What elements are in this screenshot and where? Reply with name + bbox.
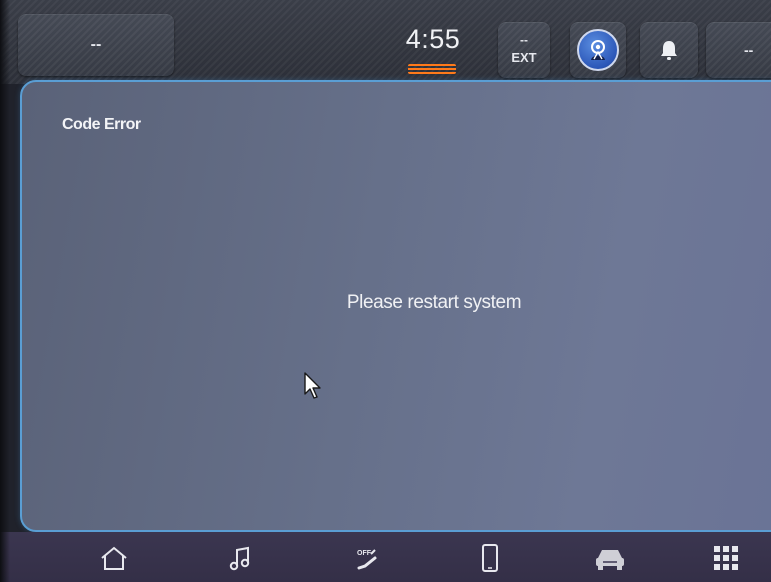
nav-media-button[interactable]	[218, 536, 262, 580]
nav-vehicle-button[interactable]	[588, 536, 632, 580]
driver-profile-button[interactable]	[570, 22, 626, 78]
left-status-tile[interactable]: --	[18, 14, 174, 76]
right-status-tile[interactable]: --	[706, 22, 771, 78]
nav-apps-button[interactable]	[704, 536, 748, 580]
exterior-temperature-value: --	[520, 33, 528, 47]
error-dialog: Code Error Please restart system	[20, 80, 771, 532]
bottom-nav-bar: OFF	[0, 532, 771, 582]
exterior-temperature-tile[interactable]: -- EXT	[498, 22, 550, 78]
status-bar: -- 4:55 -- EXT --	[0, 0, 771, 84]
driver-profile-icon	[577, 29, 619, 71]
dialog-title: Code Error	[62, 116, 141, 133]
clock: 4:55	[405, 24, 461, 54]
car-icon	[596, 550, 624, 570]
svg-text:OFF: OFF	[357, 550, 372, 557]
infotainment-screen: -- 4:55 -- EXT -- Code Error Please rest…	[0, 0, 771, 582]
nav-climate-button[interactable]: OFF	[346, 536, 390, 580]
nav-phone-button[interactable]	[468, 536, 512, 580]
clock-indicator	[408, 64, 456, 74]
left-status-value: --	[90, 36, 102, 53]
smartphone-icon	[482, 544, 498, 572]
dialog-message: Please restart system	[346, 292, 522, 313]
bell-icon	[661, 41, 677, 60]
exterior-temperature-label: EXT	[511, 50, 537, 65]
mouse-pointer-icon	[304, 372, 321, 399]
notifications-button[interactable]	[640, 22, 698, 78]
screen-bezel	[0, 0, 10, 582]
seat-climate-off-icon: OFF	[357, 549, 377, 570]
home-icon	[101, 546, 127, 570]
right-status-value: --	[744, 42, 754, 58]
grid-icon	[714, 546, 738, 570]
music-note-icon	[229, 546, 250, 571]
nav-home-button[interactable]	[92, 536, 136, 580]
